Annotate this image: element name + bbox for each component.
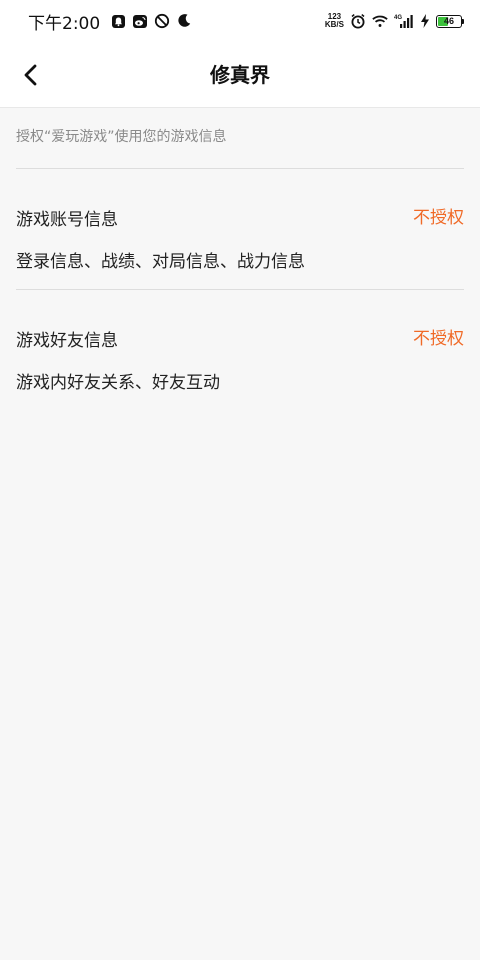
status-right: 123 KB/S 4G 46 [325, 13, 464, 29]
status-bar: 下午2:00 123 KB/S 4G 46 [0, 0, 480, 42]
permission-title: 游戏好友信息 [16, 331, 118, 351]
nav-bar: 修真界 [0, 42, 480, 108]
permission-item-friends: 游戏好友信息 不授权 游戏内好友关系、好友互动 [16, 290, 464, 410]
net-speed-unit: KB/S [324, 20, 344, 29]
permission-toggle-button[interactable]: 不授权 [413, 324, 464, 349]
alarm-icon [350, 13, 366, 29]
permission-toggle-button[interactable]: 不授权 [413, 203, 464, 228]
signal-icon: 4G [394, 13, 414, 29]
status-time: 下午2:00 [28, 13, 101, 34]
permission-detail: 登录信息、战绩、对局信息、战力信息 [16, 252, 305, 272]
moon-icon [176, 13, 192, 29]
permission-content: 授权“爱玩游戏”使用您的游戏信息 游戏账号信息 不授权 登录信息、战绩、对局信息… [16, 108, 464, 410]
battery: 46 [436, 14, 462, 28]
network-type-label: 4G [394, 15, 402, 21]
permission-title: 游戏账号信息 [16, 210, 118, 230]
back-arrow-icon [24, 64, 37, 86]
back-button[interactable] [14, 58, 48, 92]
wifi-icon [372, 13, 388, 29]
permission-detail: 游戏内好友关系、好友互动 [16, 373, 220, 393]
battery-icon: 46 [436, 14, 464, 28]
net-speed: 123 KB/S [325, 13, 344, 29]
charging-icon [420, 13, 430, 29]
permission-item-account: 游戏账号信息 不授权 登录信息、战绩、对局信息、战力信息 [16, 169, 464, 290]
notification-icon [110, 13, 126, 29]
status-left: 下午2:00 [28, 9, 192, 34]
block-icon [154, 13, 170, 29]
screen: 下午2:00 123 KB/S 4G 46 修真界 授权“爱玩游戏”使用您的游戏… [0, 0, 480, 960]
auth-description: 授权“爱玩游戏”使用您的游戏信息 [16, 108, 464, 169]
weibo-icon [132, 13, 148, 29]
battery-cap [462, 18, 464, 24]
page-title: 修真界 [210, 63, 270, 87]
battery-level: 46 [443, 16, 454, 26]
